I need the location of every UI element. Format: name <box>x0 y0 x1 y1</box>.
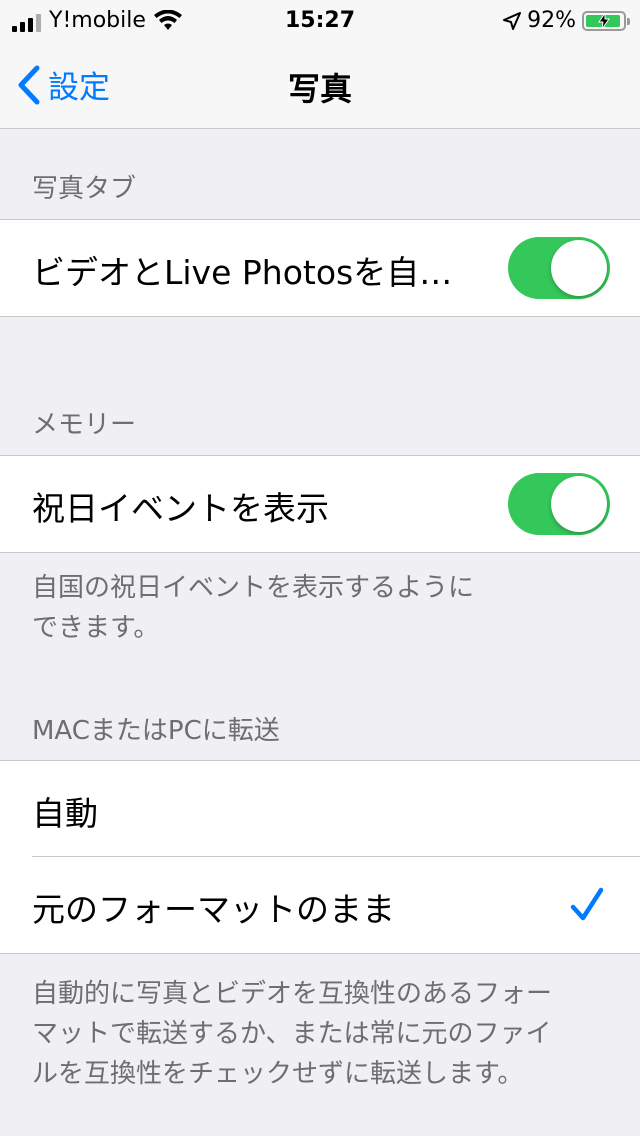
transfer-footer-line: ルを互換性をチェックせずに転送します。 <box>32 1059 524 1089</box>
transfer-option-keep-originals[interactable]: 元のフォーマットのまま <box>0 857 640 953</box>
memories-footer-line: できます。 <box>32 613 160 643</box>
memories-footer: 自国の祝日イベントを表示するように できます。 <box>32 568 612 648</box>
memories-footer-line: 自国の祝日イベントを表示するように <box>32 573 475 603</box>
autoplay-toggle[interactable] <box>508 237 610 299</box>
status-right: 92% <box>503 8 630 33</box>
section-header-transfer: MACまたはPCに転送 <box>32 716 280 746</box>
transfer-footer: 自動的に写真とビデオを互換性のあるフォー マットで転送するか、または常に元のファ… <box>32 974 612 1094</box>
transfer-footer-line: マットで転送するか、または常に元のファイ <box>32 1019 552 1049</box>
holiday-events-label: 祝日イベントを表示 <box>32 489 329 528</box>
battery-charging-icon <box>582 10 630 31</box>
transfer-option-label: 元のフォーマットのまま <box>32 890 395 929</box>
checkmark-icon <box>570 887 604 921</box>
holiday-events-toggle[interactable] <box>508 473 610 535</box>
location-arrow-icon <box>503 11 522 30</box>
autoplay-label: ビデオとLive Photosを自… <box>32 253 453 292</box>
memories-group: 祝日イベントを表示 <box>0 455 640 553</box>
transfer-footer-line: 自動的に写真とビデオを互換性のあるフォー <box>32 979 553 1009</box>
transfer-option-label: 自動 <box>32 794 98 833</box>
holiday-events-row[interactable]: 祝日イベントを表示 <box>0 456 640 552</box>
page-title: 写真 <box>287 70 352 108</box>
photos-tab-group: ビデオとLive Photosを自… <box>0 219 640 317</box>
status-bar: Y!mobile 15:27 92% <box>0 0 640 40</box>
navigation-bar: 設定 写真 <box>0 40 640 129</box>
transfer-group: 自動 元のフォーマットのまま <box>0 760 640 954</box>
section-header-memories: メモリー <box>32 410 137 440</box>
battery-percent: 92% <box>527 8 576 33</box>
autoplay-row[interactable]: ビデオとLive Photosを自… <box>0 220 640 316</box>
transfer-option-automatic[interactable]: 自動 <box>0 761 640 857</box>
section-header-photos-tab: 写真タブ <box>32 174 137 204</box>
